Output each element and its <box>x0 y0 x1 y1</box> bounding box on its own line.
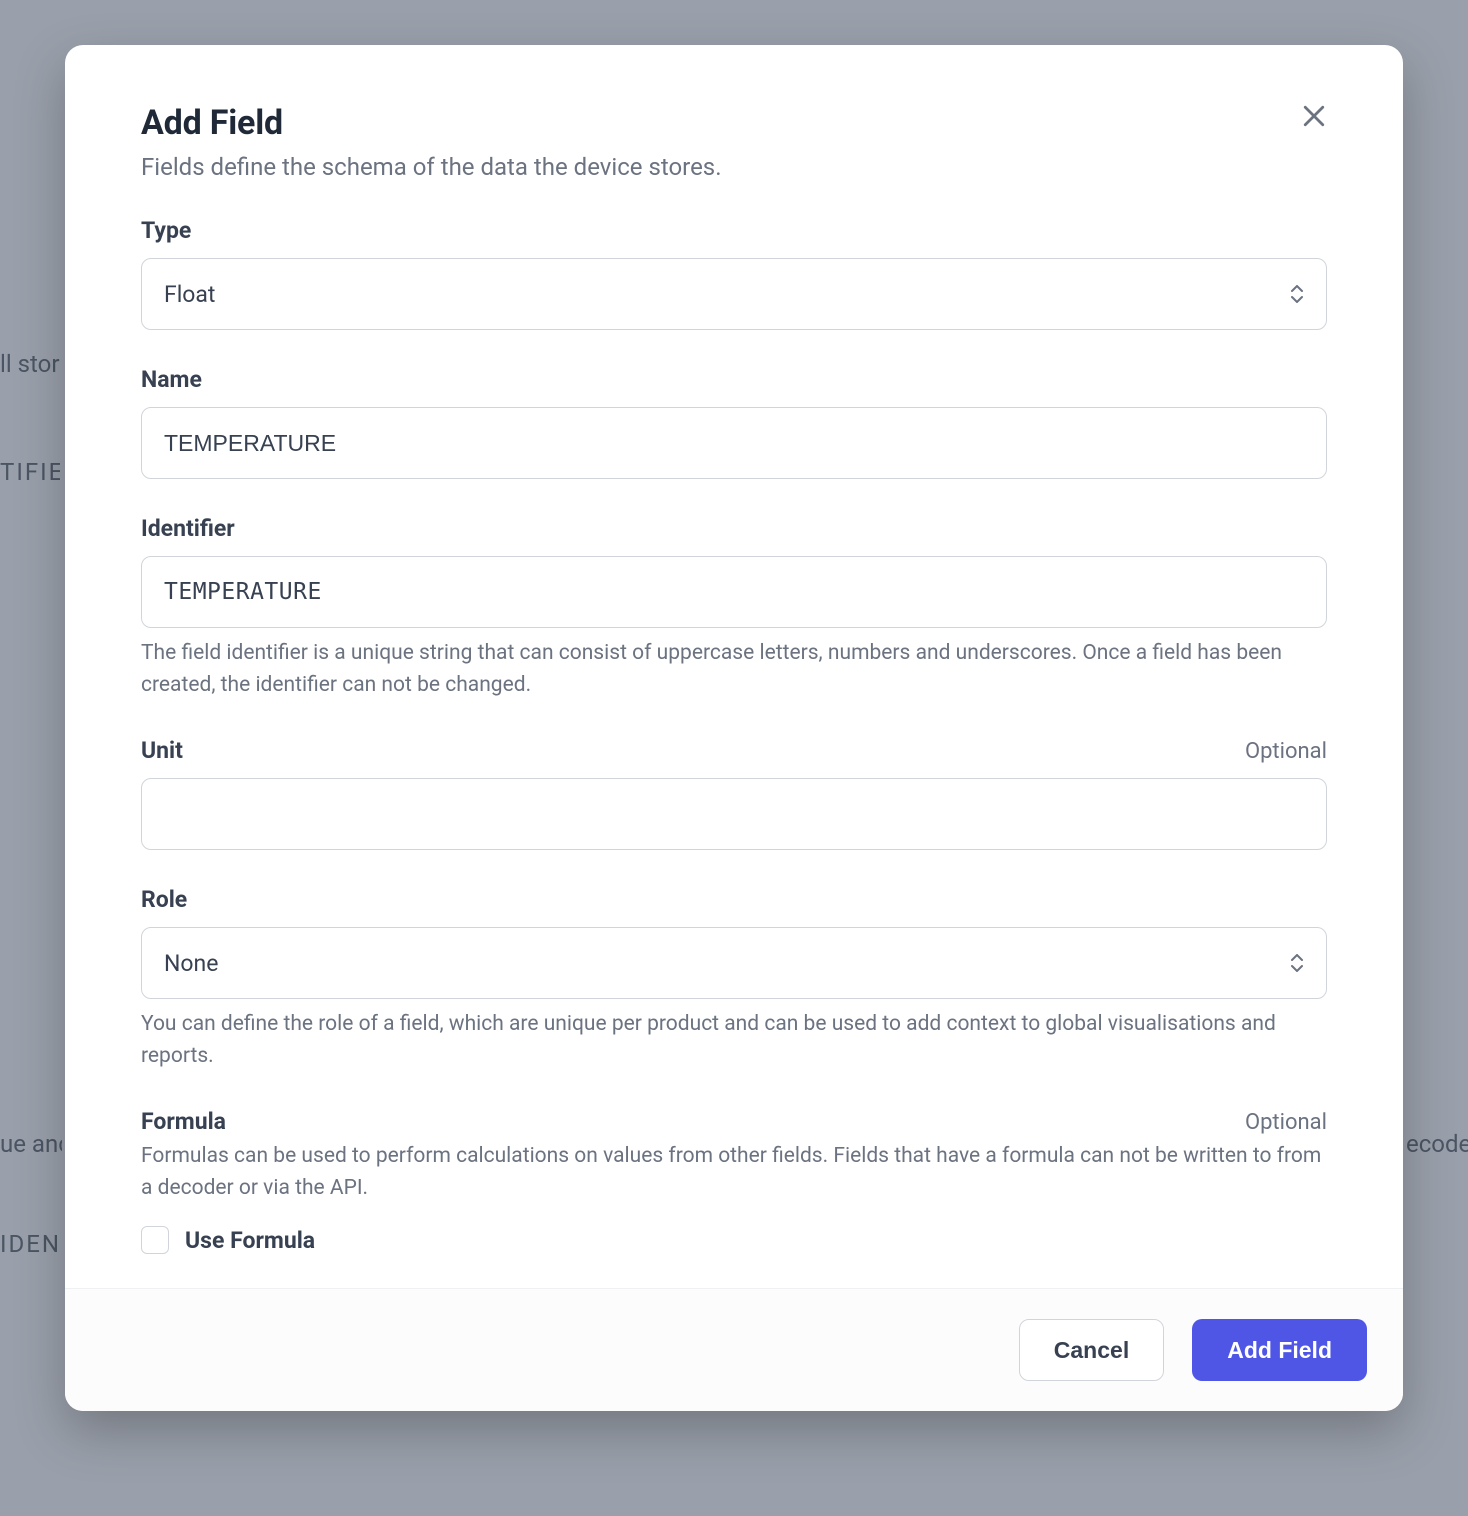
bg-text: TIFIE <box>0 458 60 486</box>
cancel-button[interactable]: Cancel <box>1019 1319 1164 1381</box>
role-value: None <box>164 950 218 977</box>
formula-optional: Optional <box>1245 1110 1327 1135</box>
identifier-input[interactable] <box>141 556 1327 628</box>
bg-text: ecode <box>1406 1130 1468 1158</box>
modal-footer: Cancel Add Field <box>65 1288 1403 1411</box>
chevron-up-down-icon <box>1290 954 1304 972</box>
use-formula-checkbox[interactable] <box>141 1226 169 1254</box>
formula-help: Formulas can be used to perform calculat… <box>141 1141 1327 1204</box>
bg-text: ll stor <box>0 350 60 378</box>
type-value: Float <box>164 281 215 308</box>
formula-label: Formula <box>141 1108 226 1135</box>
identifier-label: Identifier <box>141 515 1327 542</box>
role-label: Role <box>141 886 1327 913</box>
role-help: You can define the role of a field, whic… <box>141 1009 1327 1072</box>
modal-title: Add Field <box>141 103 722 143</box>
name-group: Name <box>141 366 1327 479</box>
use-formula-label: Use Formula <box>185 1227 315 1254</box>
bg-text: ue anc <box>0 1130 62 1158</box>
unit-optional: Optional <box>1245 739 1327 764</box>
bg-text: IDEN <box>0 1230 62 1258</box>
close-button[interactable] <box>1293 95 1335 137</box>
close-icon <box>1299 101 1329 131</box>
add-field-button[interactable]: Add Field <box>1192 1319 1367 1381</box>
unit-group: Unit Optional <box>141 737 1327 850</box>
formula-group: Formula Optional Formulas can be used to… <box>141 1108 1327 1254</box>
identifier-group: Identifier The field identifier is a uni… <box>141 515 1327 701</box>
unit-label: Unit <box>141 737 183 764</box>
name-input[interactable] <box>141 407 1327 479</box>
modal-subtitle: Fields define the schema of the data the… <box>141 153 722 181</box>
identifier-help: The field identifier is a unique string … <box>141 638 1327 701</box>
type-group: Type Float <box>141 217 1327 330</box>
add-field-modal: Add Field Fields define the schema of th… <box>65 45 1403 1411</box>
role-group: Role None You can define the role of a f… <box>141 886 1327 1072</box>
type-select[interactable]: Float <box>141 258 1327 330</box>
name-label: Name <box>141 366 1327 393</box>
unit-input[interactable] <box>141 778 1327 850</box>
chevron-up-down-icon <box>1290 285 1304 303</box>
type-label: Type <box>141 217 1327 244</box>
role-select[interactable]: None <box>141 927 1327 999</box>
